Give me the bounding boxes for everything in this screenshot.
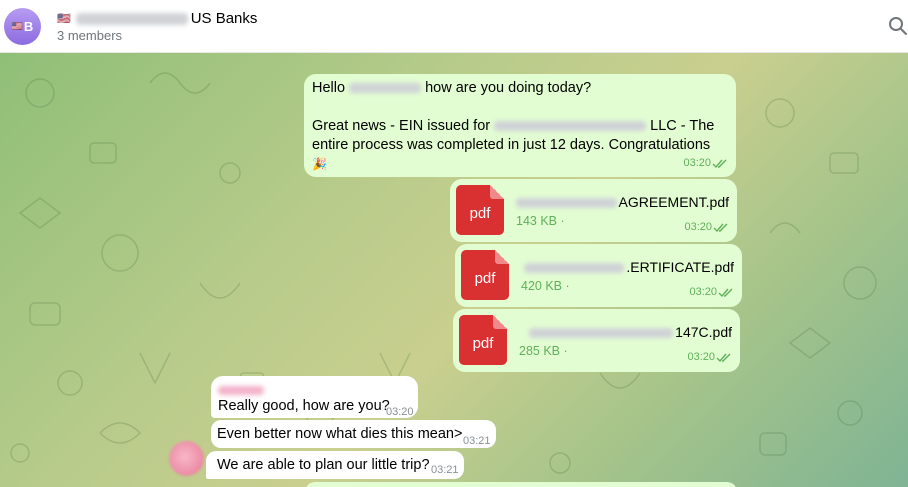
time-text: 03:20 <box>684 221 712 233</box>
redacted-name <box>75 12 188 25</box>
chat-header: 🇺🇸 B 🇺🇸 US Banks 3 members <box>0 0 908 53</box>
file-name: .ERTIFICATE.pdf <box>521 258 734 277</box>
message-time: 03:21 <box>431 464 459 476</box>
redacted-name <box>349 83 422 94</box>
message-text: entire process was completed in just 12 … <box>312 137 711 153</box>
avatar-initial: B <box>23 19 34 34</box>
file-size: 143 KB · <box>516 214 565 228</box>
message-text: LLC - The <box>650 118 715 134</box>
message-time: 03:21 <box>463 435 491 447</box>
double-check-icon <box>713 223 728 232</box>
time-text: 03:20 <box>683 157 711 169</box>
pdf-file-icon[interactable]: pdf <box>456 185 504 235</box>
redacted-filename <box>524 262 625 273</box>
file-name: 147C.pdf <box>519 323 732 342</box>
pdf-label: pdf <box>469 204 491 222</box>
message-text: Even better now what dies this mean> <box>217 426 463 442</box>
message-time: 03:20 <box>683 154 728 173</box>
incoming-message[interactable]: We are able to plan our little trip? 03:… <box>206 451 464 479</box>
message-list[interactable]: Hello how are you doing today? Great new… <box>0 53 908 487</box>
sender-avatar[interactable] <box>169 441 204 476</box>
redacted-company <box>494 121 647 132</box>
pdf-label: pdf <box>472 334 494 352</box>
us-flag-icon: 🇺🇸 <box>11 21 23 31</box>
redacted-filename <box>529 327 674 338</box>
double-check-icon <box>718 288 733 297</box>
redacted-filename <box>516 197 617 208</box>
file-name: AGREEMENT.pdf <box>516 193 729 212</box>
time-text: 03:20 <box>689 286 717 298</box>
time-text: 03:20 <box>687 351 715 363</box>
file-message[interactable]: pdf 147C.pdf 285 KB · 03:20 <box>453 309 740 372</box>
chat-title-text: US Banks <box>190 10 258 27</box>
message-time: 03:20 <box>687 348 732 367</box>
file-name-text: AGREEMENT.pdf <box>618 194 729 210</box>
chat-title[interactable]: 🇺🇸 US Banks <box>57 10 257 27</box>
message-text: We are able to plan our little trip? <box>217 457 430 473</box>
group-avatar[interactable]: 🇺🇸 B <box>4 8 41 45</box>
double-check-icon <box>716 353 731 362</box>
pdf-file-icon[interactable]: pdf <box>459 315 507 365</box>
file-message[interactable]: pdf AGREEMENT.pdf 143 KB · 03:20 <box>450 179 737 242</box>
double-check-icon <box>712 159 727 168</box>
message-text: Hello <box>312 80 346 96</box>
file-name-text: 147C.pdf <box>675 324 732 340</box>
incoming-message[interactable]: Really good, how are you? 03:20 <box>211 376 418 418</box>
message-time: 03:20 <box>689 283 734 302</box>
redacted-sender <box>218 385 264 395</box>
file-size: 420 KB · <box>521 279 570 293</box>
message-time: 03:20 <box>684 218 729 237</box>
party-emoji: 🎉 <box>312 157 327 171</box>
pdf-file-icon[interactable]: pdf <box>461 250 509 300</box>
file-name-text: .ERTIFICATE.pdf <box>626 259 734 275</box>
file-message[interactable]: pdf .ERTIFICATE.pdf 420 KB · 03:20 <box>455 244 742 307</box>
message-text: Great news - EIN issued for <box>312 118 491 134</box>
file-size: 285 KB · <box>519 344 568 358</box>
outgoing-message[interactable]: Hello how are you doing today? Great new… <box>304 74 736 177</box>
incoming-message[interactable]: Even better now what dies this mean> 03:… <box>211 420 496 448</box>
us-flag-icon: 🇺🇸 <box>57 13 71 25</box>
message-text: Really good, how are you? <box>218 398 390 414</box>
outgoing-message-partial[interactable] <box>305 482 737 487</box>
member-count: 3 members <box>57 28 123 43</box>
message-text: how are you doing today? <box>425 80 592 96</box>
pdf-label: pdf <box>474 269 496 287</box>
search-icon[interactable] <box>888 16 908 36</box>
